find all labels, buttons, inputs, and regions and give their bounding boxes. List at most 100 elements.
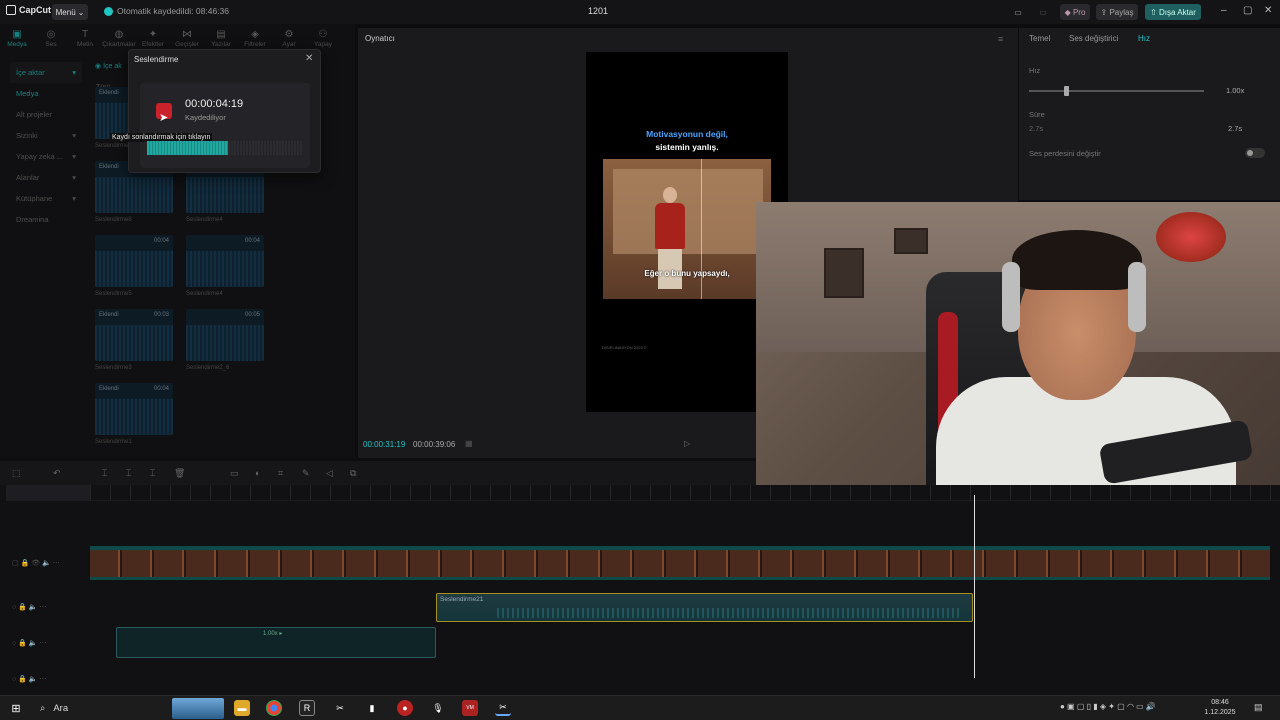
caption-line-1: Motivasyonun değil, bbox=[646, 129, 728, 139]
delete-icon[interactable]: 🗑 bbox=[174, 468, 185, 479]
share-label: Paylaş bbox=[1109, 7, 1134, 17]
tab-speed[interactable]: Hız bbox=[1138, 34, 1150, 43]
freeze-icon[interactable]: ⧉ bbox=[350, 468, 356, 479]
close-icon[interactable]: ✕ bbox=[305, 53, 313, 64]
windows-start-icon[interactable]: ⊞ bbox=[8, 700, 24, 716]
microphone-app-icon[interactable]: ▮ bbox=[364, 700, 380, 716]
wall-lamp bbox=[1156, 212, 1226, 262]
recorder-icon[interactable]: ● bbox=[397, 700, 413, 716]
select-icon[interactable]: ⬚ bbox=[12, 468, 21, 479]
current-time: 00:00:31:19 bbox=[363, 440, 406, 449]
speed-label: Hız bbox=[1029, 66, 1041, 75]
video-frame: Eğer o bunu yapsaydı, bbox=[603, 159, 771, 299]
watermark: DISIPLINASYON 2023 © bbox=[602, 345, 647, 350]
duration-original: 2.7s bbox=[1029, 124, 1044, 133]
headset bbox=[1002, 262, 1020, 332]
pitch-toggle[interactable] bbox=[1245, 148, 1265, 158]
share-button[interactable]: ⇪ Paylaş bbox=[1096, 4, 1138, 20]
maximize-icon[interactable]: ▢ bbox=[1243, 5, 1252, 16]
speed-slider-knob[interactable] bbox=[1064, 86, 1069, 96]
file-explorer-icon[interactable]: ▬ bbox=[234, 700, 250, 716]
wall-picture bbox=[894, 228, 928, 254]
playhead[interactable] bbox=[974, 495, 975, 678]
menu-button[interactable]: Menü ⌄ bbox=[52, 4, 88, 20]
recording-time: 00:00:04:19 bbox=[185, 98, 244, 110]
track-header bbox=[6, 485, 90, 501]
split-icon[interactable]: ⌶ bbox=[102, 468, 107, 479]
voicemeeter-icon[interactable]: VM bbox=[462, 700, 478, 716]
speaker-body bbox=[655, 203, 685, 249]
track-controls[interactable]: ▢ 🔒 👁 🔈 ⋯ bbox=[12, 559, 60, 567]
capcut-active-icon[interactable]: ✂ bbox=[495, 700, 511, 716]
mic-icon[interactable]: 🎙 bbox=[430, 700, 446, 716]
pitch-label: Ses perdesini değiştir bbox=[1029, 149, 1101, 158]
pro-label: Pro bbox=[1072, 7, 1086, 17]
voiceover-clip-label: Seslendirme21 bbox=[440, 596, 484, 603]
tab-basic[interactable]: Temel bbox=[1029, 34, 1050, 43]
menu-label: Menü bbox=[55, 7, 76, 17]
person-hair bbox=[1012, 230, 1142, 290]
time-ruler[interactable] bbox=[90, 485, 1280, 501]
audio-clip[interactable]: 1.00x ▸ bbox=[116, 627, 436, 658]
video-track-clip[interactable] bbox=[90, 546, 1270, 580]
timeline-toolbar: ⬚ ↶ ⌶ ⌶ ⌶ 🗑 ▭ ◐ ⌗ ✎ ◁ ⧉ bbox=[0, 461, 756, 485]
weather-widget-icon[interactable] bbox=[172, 698, 224, 719]
pro-button[interactable]: ◆ Pro bbox=[1060, 4, 1090, 20]
windows-taskbar: ⊞ ⌕ Ara ▬ R ✂ ▮ ● 🎙 VM ✂ ● ▣ ▢ ▯ ▮ ◈ ✦ ▢ … bbox=[0, 695, 1280, 720]
taskbar-clock[interactable]: 08:46 1.12.2025 bbox=[1202, 698, 1238, 718]
export-button[interactable]: ⇧ Dışa Aktar bbox=[1145, 4, 1201, 20]
timeline[interactable]: ▢ 🔒 👁 🔈 ⋯ ○ 🔒 🔈 ⋯ ○ 🔒 🔈 ⋯ ○ 🔒 🔈 ⋯ Seslen… bbox=[0, 485, 1280, 695]
grid-icon[interactable]: ▦ bbox=[465, 439, 473, 448]
track-controls[interactable]: ○ 🔒 🔈 ⋯ bbox=[12, 675, 47, 683]
total-time: 00:00:39:06 bbox=[413, 440, 456, 449]
magic-icon[interactable]: ✎ bbox=[302, 468, 310, 479]
reverse-icon[interactable]: ◁ bbox=[326, 468, 333, 479]
speed-slider[interactable] bbox=[1029, 90, 1204, 92]
track-controls[interactable]: ○ 🔒 🔈 ⋯ bbox=[12, 603, 47, 611]
minimize-icon[interactable]: – bbox=[1221, 5, 1227, 16]
undo-icon[interactable]: ↶ bbox=[53, 468, 61, 479]
capcut-logo-icon bbox=[6, 5, 16, 15]
layout-icon[interactable]: ▭ bbox=[1011, 4, 1025, 20]
mask-icon[interactable]: ◐ bbox=[255, 468, 260, 478]
app-name: CapCut bbox=[19, 5, 51, 15]
speaker-head bbox=[663, 187, 677, 203]
keyboard-icon[interactable]: ▭ bbox=[1036, 4, 1050, 20]
captions-icon[interactable]: ▭ bbox=[230, 468, 239, 479]
audio-level-fill bbox=[147, 141, 229, 155]
capcut-taskbar-icon[interactable]: ✂ bbox=[332, 700, 348, 716]
taskbar-search[interactable]: ⌕ Ara bbox=[32, 699, 182, 717]
duration-label: Süre bbox=[1029, 110, 1045, 119]
split-left-icon[interactable]: ⌶ bbox=[126, 468, 131, 479]
app-r-icon[interactable]: R bbox=[299, 700, 315, 716]
crop-icon[interactable]: ⌗ bbox=[278, 468, 283, 479]
tab-voice-changer[interactable]: Ses değiştirici bbox=[1069, 34, 1118, 43]
mouse-cursor-icon: ➤ bbox=[159, 112, 169, 124]
share-icon: ⇪ bbox=[1100, 7, 1108, 17]
project-title[interactable]: 1201 bbox=[588, 6, 608, 16]
player-title: Oynatıcı bbox=[365, 34, 395, 43]
headset bbox=[1128, 262, 1146, 332]
close-icon[interactable]: ✕ bbox=[1264, 5, 1272, 16]
voiceover-dialog: Seslendirme ✕ 00:00:04:19 Kaydediliyor K… bbox=[110, 49, 321, 173]
track-controls[interactable]: ○ 🔒 🔈 ⋯ bbox=[12, 639, 47, 647]
properties-panel: Temel Ses değiştirici Hız Hız 1.00x Süre… bbox=[1019, 28, 1280, 200]
wall-picture bbox=[824, 248, 864, 298]
chevron-down-icon: ⌄ bbox=[77, 7, 85, 17]
webcam-overlay bbox=[756, 202, 1280, 496]
voiceover-clip[interactable]: Seslendirme21 bbox=[436, 593, 973, 622]
search-label: Ara bbox=[53, 702, 69, 714]
chrome-icon[interactable] bbox=[266, 700, 282, 716]
notification-icon[interactable]: ▤ bbox=[1254, 702, 1263, 713]
split-guide bbox=[701, 159, 702, 299]
duration-input[interactable]: 2.7s bbox=[1228, 124, 1242, 133]
tray-icons[interactable]: ● ▣ ▢ ▯ ▮ ◈ ✦ ▢ ◠ ▭ 🔊 bbox=[1060, 702, 1156, 711]
title-bar: CapCut Menü ⌄ Otomatik kaydedildi: 08:46:… bbox=[0, 0, 1280, 24]
audio-clip-speed: 1.00x ▸ bbox=[263, 631, 283, 637]
caption-line-2: sistemin yanlış. bbox=[655, 142, 719, 152]
split-right-icon[interactable]: ⌶ bbox=[150, 468, 155, 479]
speed-value[interactable]: 1.00x bbox=[1226, 86, 1244, 95]
waveform bbox=[497, 608, 962, 618]
play-icon[interactable]: ▷ bbox=[684, 439, 690, 448]
hamburger-icon[interactable]: ≡ bbox=[998, 34, 1003, 44]
